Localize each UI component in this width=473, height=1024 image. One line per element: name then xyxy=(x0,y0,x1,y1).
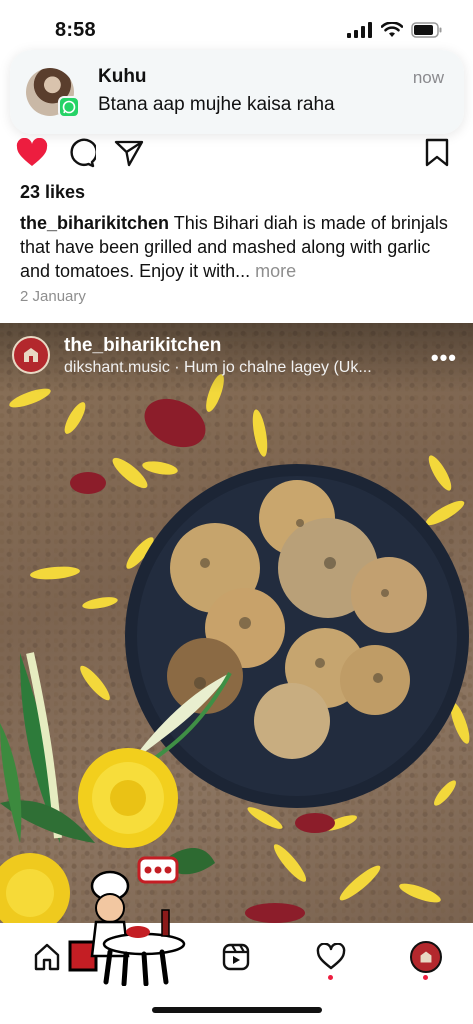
likes-count[interactable]: 23 likes xyxy=(20,182,85,203)
reel-header xyxy=(0,323,473,393)
house-logo-icon xyxy=(24,348,38,362)
heart-filled-icon xyxy=(16,138,48,166)
activity-heart-icon xyxy=(316,943,346,970)
notification-time: now xyxy=(412,68,444,87)
bookmark-icon xyxy=(425,138,449,167)
share-button[interactable] xyxy=(114,138,144,168)
nav-profile[interactable] xyxy=(406,937,446,977)
nav-activity[interactable] xyxy=(311,937,351,977)
comment-button[interactable] xyxy=(66,138,96,168)
activity-notification-dot xyxy=(328,975,333,980)
reels-icon xyxy=(222,943,250,971)
reel-music[interactable]: dikshant.music · Hum jo chalne lagey (Uk… xyxy=(64,359,409,377)
caption-more-link[interactable]: more xyxy=(255,261,296,281)
house-logo-icon xyxy=(420,951,432,963)
wifi-icon xyxy=(381,22,403,37)
food-photo xyxy=(0,374,470,923)
send-icon xyxy=(114,140,144,167)
status-bar: 8:58 xyxy=(0,0,473,56)
like-button[interactable] xyxy=(16,138,48,168)
post-caption: the_biharikitchen This Bihari diah is ma… xyxy=(20,211,450,283)
comment-icon xyxy=(70,138,96,168)
post-date: 2 January xyxy=(20,288,86,305)
battery-icon xyxy=(411,22,442,38)
home-indicator[interactable] xyxy=(152,1007,322,1013)
reel-username[interactable]: the_biharikitchen xyxy=(64,335,221,357)
status-time: 8:58 xyxy=(55,19,96,41)
chef-watermark-logo xyxy=(68,856,186,986)
caption-username[interactable]: the_biharikitchen xyxy=(20,213,169,233)
save-button[interactable] xyxy=(424,138,450,168)
nav-reels[interactable] xyxy=(216,937,256,977)
more-options-icon[interactable]: ••• xyxy=(431,345,457,371)
profile-notification-dot xyxy=(423,975,428,980)
home-icon xyxy=(34,943,60,971)
whatsapp-icon xyxy=(58,96,80,118)
notification-message: Btana aap mujhe kaisa raha xyxy=(98,94,335,115)
post-actions xyxy=(0,134,473,174)
nav-home[interactable] xyxy=(27,937,67,977)
status-icons xyxy=(347,22,443,38)
signal-icon xyxy=(347,22,372,38)
reel-media[interactable]: the_biharikitchen dikshant.music · Hum j… xyxy=(0,323,473,923)
notification-banner[interactable]: Kuhu Btana aap mujhe kaisa raha now xyxy=(10,50,464,134)
notification-sender: Kuhu xyxy=(98,66,147,87)
reel-author-avatar[interactable] xyxy=(12,336,50,374)
profile-avatar xyxy=(410,941,442,973)
